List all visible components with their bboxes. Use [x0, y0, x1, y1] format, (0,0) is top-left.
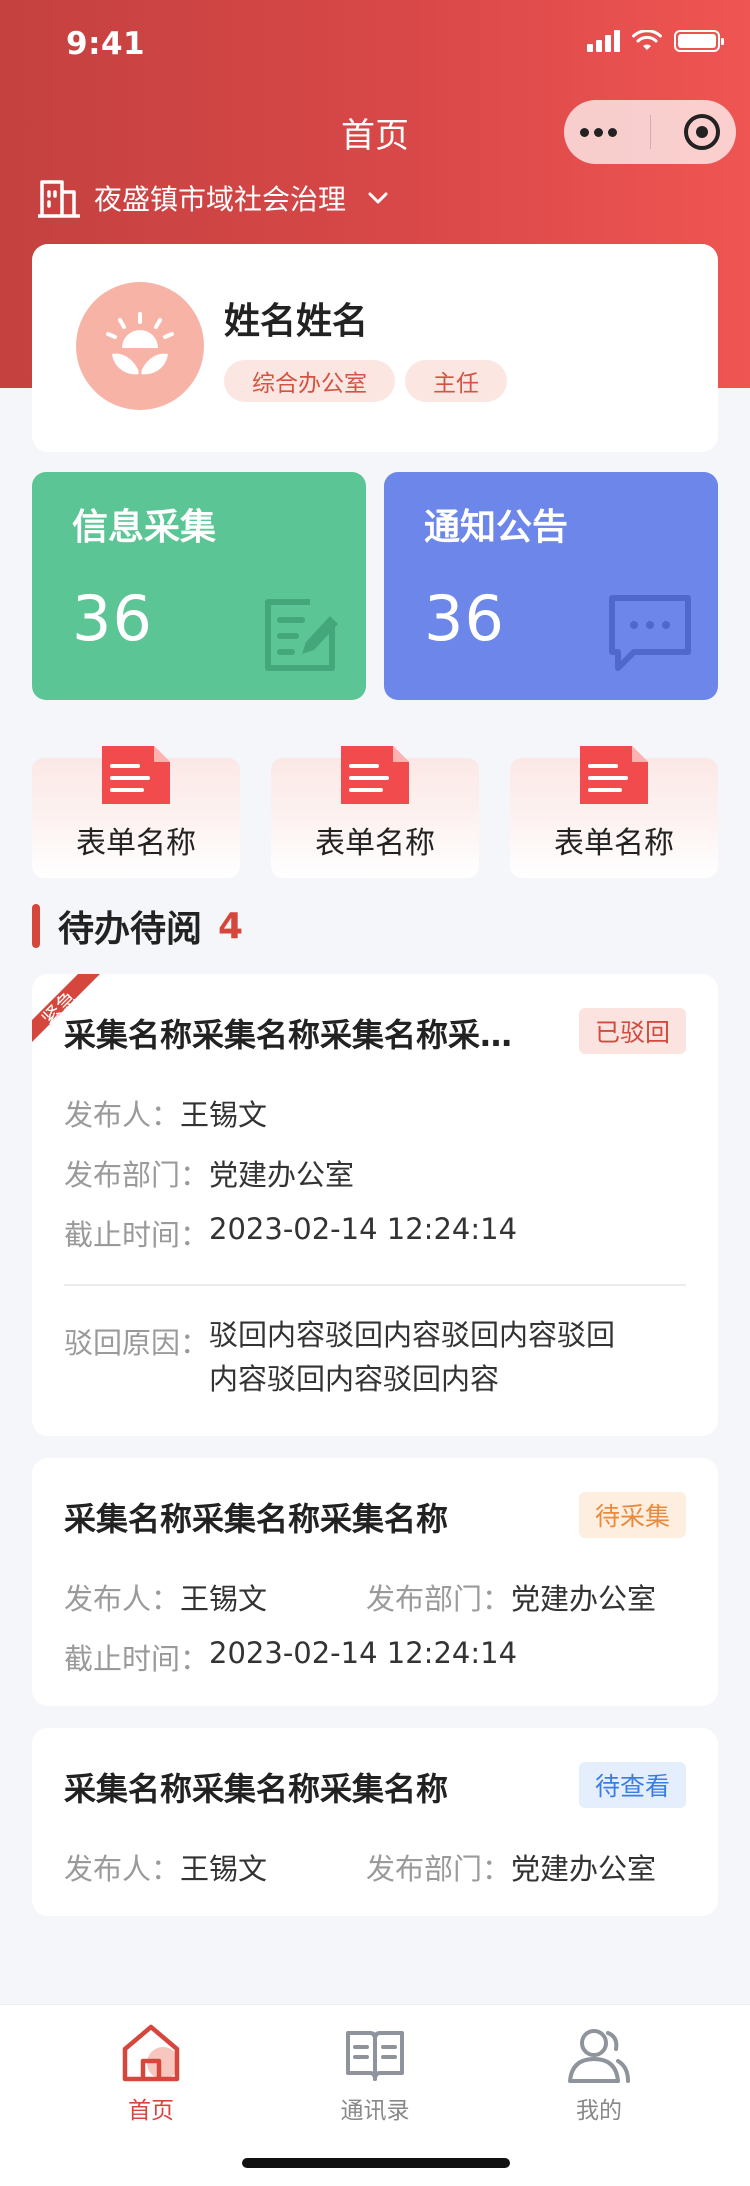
- info-collection-card[interactable]: 信息采集 36: [32, 472, 366, 700]
- location-selector[interactable]: 夜盛镇市域社会治理: [38, 178, 390, 218]
- edit-form-icon: [265, 599, 338, 671]
- message-icon: [609, 595, 691, 671]
- todo-count: 4: [218, 905, 244, 947]
- department-row: 发布部门： 党建办公室: [64, 1158, 355, 1192]
- form-tile-1[interactable]: 表单名称: [32, 746, 240, 878]
- deadline-row: 截止时间： 2023-02-14 12:24:14: [64, 1212, 518, 1252]
- tab-label: 我的: [576, 2098, 622, 2124]
- form-label: 表单名称: [554, 826, 674, 861]
- department-row: 发布部门： 党建办公室: [366, 1582, 657, 1616]
- user-profile-icon: [568, 2029, 630, 2083]
- status-badge: 待查看: [578, 1762, 686, 1808]
- publisher-row: 发布人： 王锡文: [64, 1852, 268, 1886]
- home-icon: [122, 2024, 180, 2082]
- stat-label: 信息采集: [72, 507, 217, 548]
- task-card[interactable]: 紧急 采集名称采集名称采集名称采集名称 已驳回 发布人： 王锡文 发布部门： 党…: [32, 974, 718, 1436]
- tab-label: 通讯录: [340, 2098, 410, 2124]
- task-title: 采集名称采集名称采集名称: [64, 1770, 449, 1808]
- document-icon: [580, 746, 648, 804]
- form-tile-2[interactable]: 表单名称: [271, 746, 479, 878]
- user-name: 姓名姓名: [224, 301, 369, 342]
- stat-label: 通知公告: [424, 507, 569, 548]
- task-title: 采集名称采集名称采集名称采集名称: [64, 1016, 534, 1054]
- status-badge: 待采集: [578, 1492, 686, 1538]
- task-card[interactable]: 采集名称采集名称采集名称 待采集 发布人： 王锡文 发布部门： 党建办公室 截止…: [32, 1458, 718, 1706]
- department-row: 发布部门： 党建办公室: [366, 1852, 657, 1886]
- stat-value: 36: [424, 582, 505, 655]
- form-label: 表单名称: [315, 826, 435, 861]
- task-title: 采集名称采集名称采集名称: [64, 1500, 449, 1538]
- building-icon: [38, 180, 80, 218]
- status-time: 9:41: [66, 26, 146, 62]
- task-card[interactable]: 采集名称采集名称采集名称 待查看 发布人： 王锡文 发布部门： 党建办公室: [32, 1728, 718, 1916]
- reject-reason-row: 驳回原因： 驳回内容驳回内容驳回内容驳回 内容驳回内容驳回内容: [64, 1318, 616, 1396]
- sun-flower-icon: [106, 312, 174, 375]
- chevron-down-icon: [368, 192, 388, 204]
- status-icons: [587, 30, 724, 52]
- document-icon: [341, 746, 409, 804]
- contacts-book-icon: [346, 2031, 404, 2081]
- cellular-signal-icon: [587, 30, 620, 52]
- status-badge: 已驳回: [578, 1008, 686, 1054]
- battery-icon: [674, 30, 724, 52]
- tab-home[interactable]: 首页: [26, 2019, 276, 2125]
- home-indicator: [242, 2158, 510, 2168]
- profile-card: 姓名姓名 综合办公室 主任: [32, 244, 718, 452]
- section-title: 待办待阅: [58, 909, 203, 950]
- more-icon[interactable]: [580, 127, 618, 137]
- tab-label: 首页: [128, 2098, 174, 2124]
- role-tag: 主任: [405, 360, 507, 402]
- department-tag: 综合办公室: [224, 360, 395, 402]
- todo-section-header: 待办待阅 4: [32, 900, 243, 952]
- publisher-row: 发布人： 王锡文: [64, 1098, 268, 1132]
- tab-contacts[interactable]: 通讯录: [250, 2019, 500, 2125]
- mini-program-capsule[interactable]: [564, 100, 736, 164]
- deadline-row: 截止时间： 2023-02-14 12:24:14: [64, 1636, 518, 1676]
- divider: [64, 1284, 686, 1286]
- stat-value: 36: [72, 582, 153, 655]
- location-name: 夜盛镇市域社会治理: [94, 183, 347, 216]
- user-tags: 综合办公室 主任: [224, 360, 507, 402]
- publisher-row: 发布人： 王锡文: [64, 1582, 268, 1616]
- document-icon: [102, 746, 170, 804]
- avatar: [76, 282, 204, 410]
- wifi-icon: [632, 30, 662, 50]
- close-target-icon[interactable]: [683, 114, 720, 150]
- form-label: 表单名称: [76, 826, 196, 861]
- status-bar: 9:41: [0, 0, 750, 90]
- form-tile-3[interactable]: 表单名称: [510, 746, 718, 878]
- section-accent-bar: [32, 904, 40, 948]
- tab-mine[interactable]: 我的: [474, 2019, 724, 2125]
- notice-card[interactable]: 通知公告 36: [384, 472, 718, 700]
